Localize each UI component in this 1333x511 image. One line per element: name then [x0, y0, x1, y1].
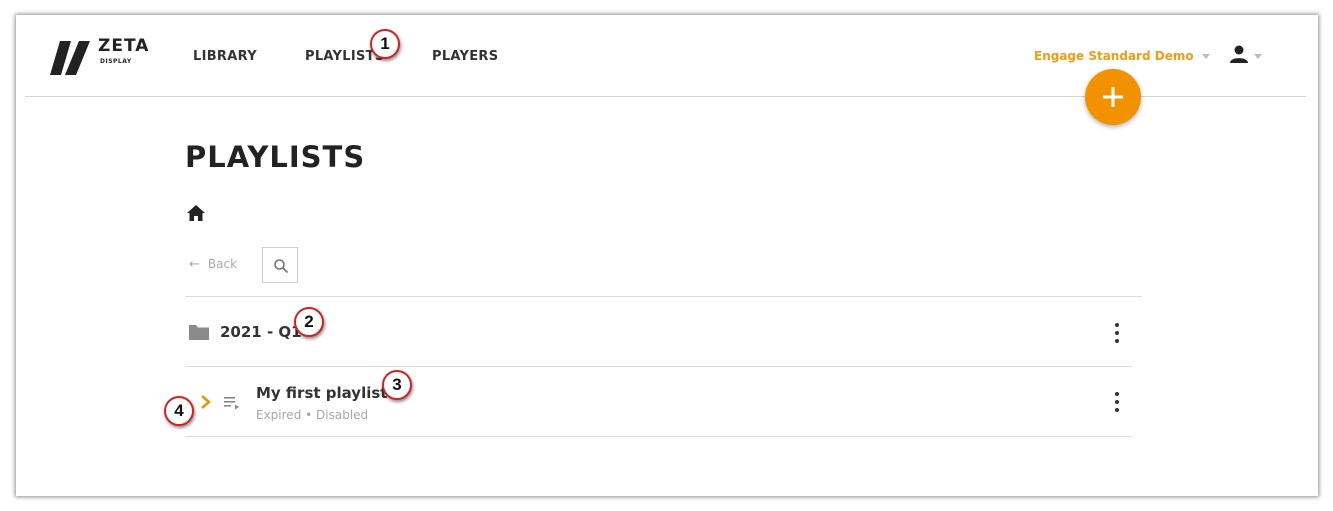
- playlist-status: Expired • Disabled: [256, 408, 369, 422]
- playlist-more-vert-icon[interactable]: [1110, 390, 1124, 414]
- arrow-left-icon: ←: [189, 257, 200, 272]
- list-item-folder[interactable]: 2021 - Q1: [185, 298, 1132, 366]
- list-item-playlist[interactable]: My first playlist Expired • Disabled: [185, 367, 1132, 436]
- playlist-icon: [224, 397, 239, 410]
- account-switcher[interactable]: Engage Standard Demo: [1034, 49, 1210, 63]
- home-icon: [187, 205, 205, 221]
- search-icon: [274, 259, 289, 274]
- annotation-marker-4: 4: [164, 396, 194, 426]
- list-bottom-divider: [185, 436, 1132, 437]
- playlist-name: My first playlist: [256, 384, 388, 402]
- nav-library[interactable]: LIBRARY: [193, 49, 257, 64]
- caret-down-icon: [1254, 54, 1262, 59]
- account-name: Engage Standard Demo: [1034, 49, 1194, 63]
- user-icon: [1230, 45, 1248, 63]
- add-button[interactable]: [1085, 69, 1141, 125]
- logo-mark-icon: [50, 41, 90, 75]
- list-top-divider: [185, 296, 1142, 297]
- folder-name: 2021 - Q1: [220, 323, 302, 341]
- logo-wordmark: ZETA: [98, 36, 150, 56]
- user-menu[interactable]: [1228, 44, 1272, 64]
- back-button[interactable]: ← Back: [189, 257, 237, 272]
- back-label: Back: [207, 257, 238, 271]
- breadcrumb-home[interactable]: [186, 203, 206, 223]
- annotation-marker-3: 3: [382, 370, 412, 400]
- search-button[interactable]: [262, 247, 298, 283]
- zeta-display-logo[interactable]: ZETA DISPLAY: [48, 36, 158, 77]
- annotation-marker-1: 1: [370, 29, 400, 59]
- logo-subtitle: DISPLAY: [100, 58, 132, 65]
- page-title: PLAYLISTS: [185, 140, 366, 174]
- caret-down-icon: [1201, 54, 1210, 59]
- chevron-right-icon[interactable]: [200, 394, 212, 410]
- folder-icon: [189, 325, 209, 340]
- annotation-marker-2: 2: [294, 307, 324, 337]
- nav-players[interactable]: PLAYERS: [432, 49, 498, 64]
- plus-icon: [1103, 87, 1123, 107]
- folder-more-vert-icon[interactable]: [1110, 321, 1124, 345]
